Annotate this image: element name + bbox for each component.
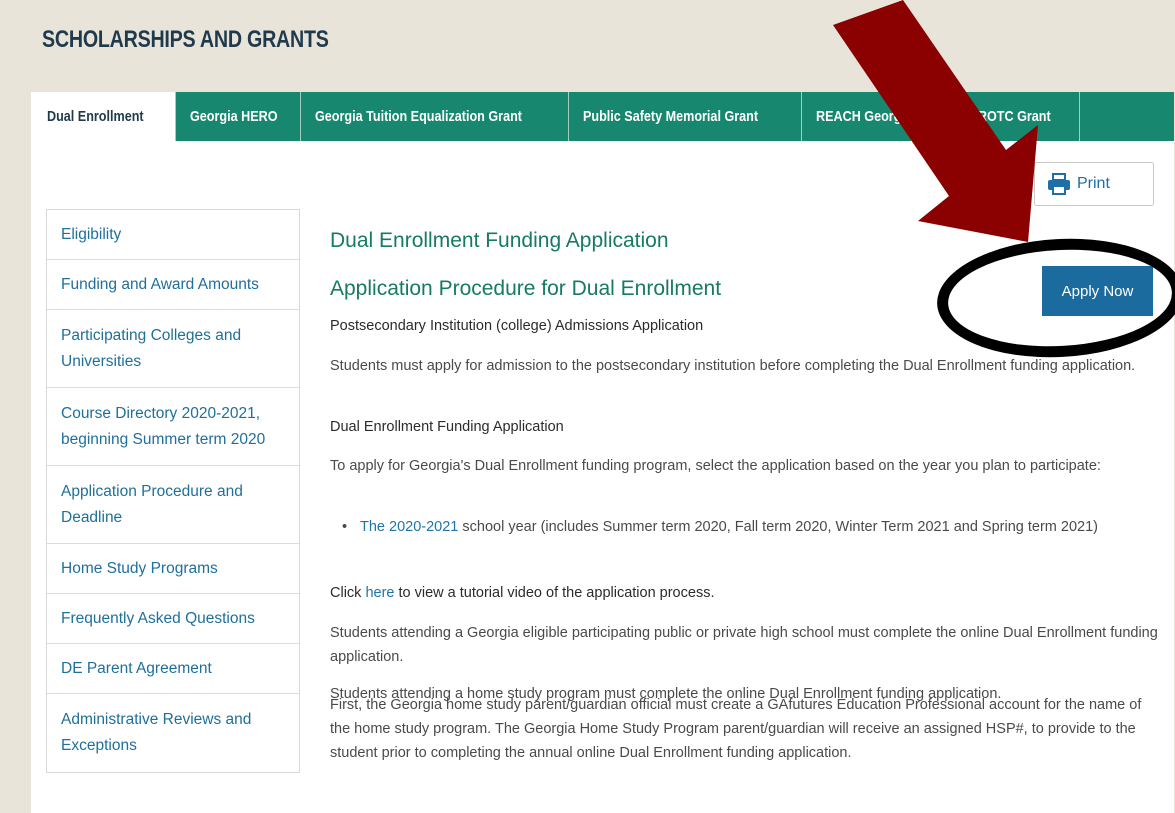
sidebar-item-eligibility[interactable]: Eligibility <box>47 210 299 260</box>
tab-georgia-hero[interactable]: Georgia HERO <box>176 92 301 141</box>
tutorial-line: Click here to view a tutorial video of t… <box>330 581 1160 605</box>
home-study-details-paragraph: First, the Georgia home study parent/gua… <box>330 697 1142 761</box>
sidebar-item-home-study-programs[interactable]: Home Study Programs <box>47 544 299 594</box>
sidebar-item-application-procedure[interactable]: Application Procedure and Deadline <box>47 466 299 544</box>
tab-label: Georgia HERO <box>190 108 278 125</box>
funding-application-heading: Dual Enrollment Funding Application <box>330 229 669 252</box>
printer-icon <box>1048 173 1070 195</box>
tab-label: Dual Enrollment <box>47 108 144 125</box>
tab-label: ING ROTC Grant <box>952 108 1051 125</box>
sidebar-item-administrative-reviews[interactable]: Administrative Reviews and Exceptions <box>47 694 299 772</box>
tutorial-prefix: Click <box>330 585 366 601</box>
sidebar-item-course-directory[interactable]: Course Directory 2020-2021, beginning Su… <box>47 388 299 466</box>
sidebar-item-label: Eligibility <box>61 225 122 243</box>
sidebar-item-label: Administrative Reviews and Exceptions <box>61 711 252 754</box>
tab-georgia-tuition-equalization-grant[interactable]: Georgia Tuition Equalization Grant <box>301 92 569 141</box>
tab-label: Georgia Tuition Equalization Grant <box>315 108 522 125</box>
sidebar-item-faq[interactable]: Frequently Asked Questions <box>47 594 299 644</box>
sidebar-item-label: DE Parent Agreement <box>61 659 212 677</box>
tab-label: Public Safety Memorial Grant <box>583 108 759 125</box>
print-button[interactable]: Print <box>1034 162 1154 206</box>
tab-reach-georgia[interactable]: REACH Georgia <box>802 92 912 141</box>
tab-bar: Dual Enrollment Georgia HERO Georgia Tui… <box>31 92 1174 141</box>
funding-application-text: To apply for Georgia's Dual Enrollment f… <box>330 458 1101 474</box>
year-link[interactable]: The 2020-2021 <box>360 519 458 535</box>
year-text: school year (includes Summer term 2020, … <box>458 519 1098 535</box>
tutorial-link[interactable]: here <box>365 585 394 601</box>
bullet: • <box>342 519 348 535</box>
sidebar-item-label: Funding and Award Amounts <box>61 275 259 293</box>
sidebar-item-label: Participating Colleges and Universities <box>61 326 242 370</box>
sidebar-item-label: Home Study Programs <box>61 559 218 577</box>
admissions-application-text: Students must apply for admission to the… <box>330 358 1136 374</box>
funding-application-title: Dual Enrollment Funding Application <box>330 419 564 435</box>
tab-public-safety-memorial-grant[interactable]: Public Safety Memorial Grant <box>569 92 802 141</box>
sidebar-item-label: Frequently Asked Questions <box>61 609 255 627</box>
sidebar-item-label: Application Procedure and Deadline <box>61 482 243 526</box>
sidebar-item-de-parent-agreement[interactable]: DE Parent Agreement <box>47 644 299 694</box>
sidebar-item-participating-colleges[interactable]: Participating Colleges and Universities <box>47 310 299 388</box>
list-item: • The 2020-2021 school year (includes Su… <box>342 515 1152 539</box>
tab-rotc-grant[interactable]: ING ROTC Grant <box>912 92 1080 141</box>
sidebar-item-label: Course Directory 2020-2021, beginning Su… <box>61 404 266 448</box>
procedure-heading: Application Procedure for Dual Enrollmen… <box>330 277 722 300</box>
high-school-paragraph: Students attending a Georgia eligible pa… <box>330 625 1158 665</box>
tab-label: REACH Georgia <box>816 108 912 125</box>
sidebar-item-funding-award-amounts[interactable]: Funding and Award Amounts <box>47 260 299 310</box>
sidebar-nav: Eligibility Funding and Award Amounts Pa… <box>46 209 300 773</box>
print-label: Print <box>1077 175 1110 192</box>
page-title: SCHOLARSHIPS AND GRANTS <box>42 26 329 53</box>
tutorial-suffix: to view a tutorial video of the applicat… <box>394 585 715 601</box>
tab-dual-enrollment[interactable]: Dual Enrollment <box>31 92 176 141</box>
